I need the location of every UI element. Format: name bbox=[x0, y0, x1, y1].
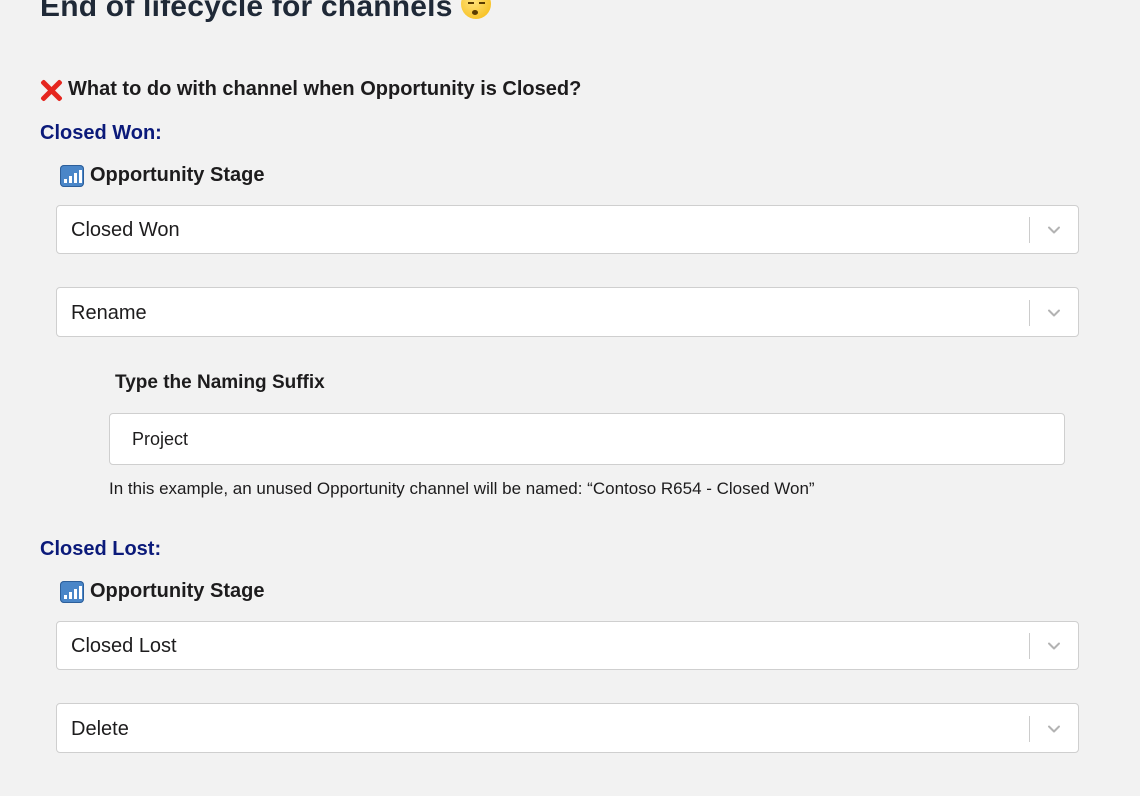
naming-suffix-label: Type the Naming Suffix bbox=[115, 372, 325, 393]
bar-chart-icon bbox=[60, 164, 84, 187]
page-title: End of lifecycle for channels bbox=[40, 0, 491, 24]
sleeping-face-icon bbox=[460, 0, 491, 20]
select-separator bbox=[1029, 716, 1030, 742]
closed-lost-stage-select[interactable]: Closed Lost bbox=[56, 621, 1079, 670]
closed-question: What to do with channel when Opportunity… bbox=[40, 78, 581, 101]
closed-won-action-select[interactable]: Rename bbox=[56, 287, 1079, 337]
closed-won-stage-label: Opportunity Stage bbox=[60, 164, 264, 187]
chevron-down-icon[interactable] bbox=[1047, 722, 1061, 736]
closed-won-label: Closed Won: bbox=[40, 122, 162, 144]
closed-won-stage-select-value: Closed Won bbox=[71, 219, 180, 241]
closed-lost-stage-label-text: Opportunity Stage bbox=[90, 580, 265, 602]
closed-lost-action-select-value: Delete bbox=[71, 718, 129, 740]
select-separator bbox=[1029, 217, 1030, 243]
closed-won-stage-label-text: Opportunity Stage bbox=[90, 164, 265, 186]
select-separator bbox=[1029, 633, 1030, 659]
closed-lost-stage-label: Opportunity Stage bbox=[60, 580, 264, 603]
closed-question-text: What to do with channel when Opportunity… bbox=[68, 78, 582, 100]
chevron-down-icon[interactable] bbox=[1047, 639, 1061, 653]
page: End of lifecycle for channels What to do… bbox=[0, 0, 1140, 796]
select-separator bbox=[1029, 300, 1030, 326]
naming-example-hint: In this example, an unused Opportunity c… bbox=[109, 479, 815, 498]
chevron-down-icon[interactable] bbox=[1047, 223, 1061, 237]
closed-won-action-select-value: Rename bbox=[71, 302, 147, 324]
closed-lost-label: Closed Lost: bbox=[40, 538, 162, 560]
closed-lost-action-select[interactable]: Delete bbox=[56, 703, 1079, 753]
cross-mark-icon bbox=[40, 79, 62, 101]
naming-suffix-input[interactable] bbox=[109, 413, 1065, 465]
page-title-text: End of lifecycle for channels bbox=[40, 0, 453, 23]
closed-lost-stage-select-value: Closed Lost bbox=[71, 635, 177, 657]
closed-won-stage-select[interactable]: Closed Won bbox=[56, 205, 1079, 254]
bar-chart-icon bbox=[60, 580, 84, 603]
chevron-down-icon[interactable] bbox=[1047, 306, 1061, 320]
